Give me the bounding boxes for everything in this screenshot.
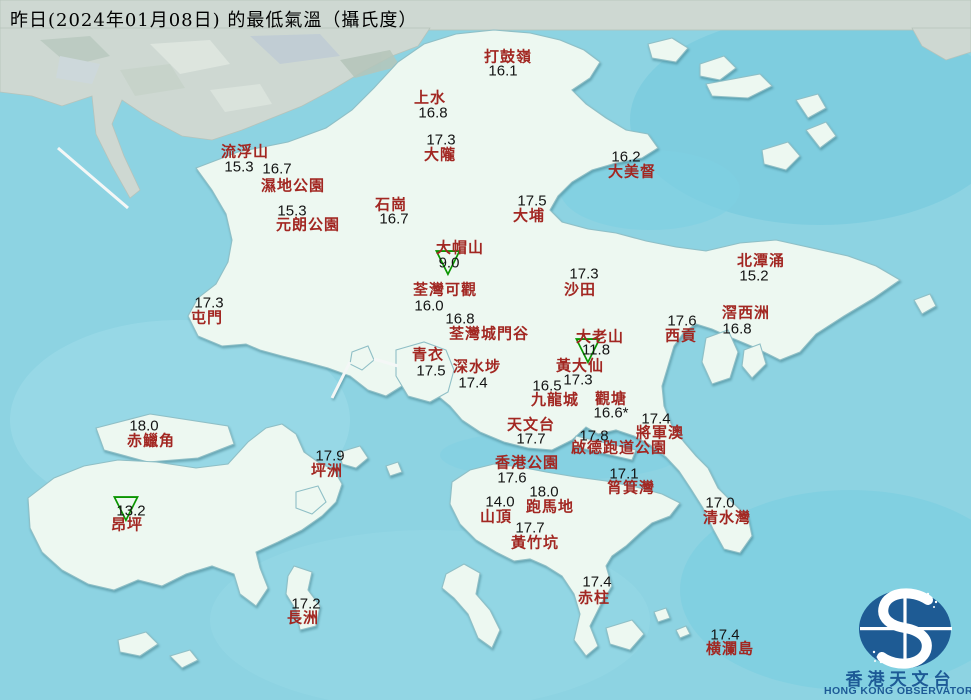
station-name-label: 横瀾島 xyxy=(705,639,755,658)
weather-map-screen: 昨日(2024年01月08日) 的最低氣溫（攝氏度） 16.1 打鼓嶺 16.8 上水… xyxy=(0,0,971,700)
station-name-label: 滘西洲 xyxy=(721,303,771,322)
station-name-label: 大老山 xyxy=(575,327,625,346)
station-name-label: 大埔 xyxy=(512,206,546,225)
hko-logo-captions: 香港天文台 HONG KONG OBSERVATORY xyxy=(824,585,971,700)
station-name-label: 上水 xyxy=(413,88,447,107)
station-name-label: 大美督 xyxy=(607,162,657,181)
station-temp-value: 16.8 xyxy=(722,320,752,338)
station-name-label: 深水埗 xyxy=(452,357,502,376)
station-name-label: 大隴 xyxy=(423,145,457,164)
station-name-label: 屯門 xyxy=(190,308,224,327)
station-name-label: 坪洲 xyxy=(310,461,344,480)
station-name-label: 石崗 xyxy=(374,195,408,214)
station-name-label: 打鼓嶺 xyxy=(483,47,533,66)
station-name-label: 觀塘 xyxy=(594,389,628,408)
station-labels-layer: 16.1 打鼓嶺 16.8 上水 17.3 大隴 16.2 大美督 15.3 流浮山 16.7 濕地公… xyxy=(0,0,971,700)
station-name-label: 香港公園 xyxy=(494,453,560,472)
station-name-label: 西貢 xyxy=(664,326,698,345)
station-name-label: 九龍城 xyxy=(530,390,580,409)
station-name-label: 清水灣 xyxy=(702,508,752,527)
station-name-label: 元朗公園 xyxy=(275,215,341,234)
station-name-label: 天文台 xyxy=(506,415,556,434)
station-name-label: 赤鱲角 xyxy=(126,431,176,450)
station-temp-value: 17.4 xyxy=(458,374,488,392)
station-name-label: 荃灣可觀 xyxy=(412,280,478,299)
station-name-label: 北潭涌 xyxy=(736,251,786,270)
station-name-label: 黃大仙 xyxy=(555,356,605,375)
station-name-label: 跑馬地 xyxy=(525,497,575,516)
station-name-label: 長洲 xyxy=(286,608,320,627)
hko-logo-english-name: HONG KONG OBSERVATORY xyxy=(824,685,971,697)
station-name-label: 筲箕灣 xyxy=(606,478,656,497)
station-name-label: 大帽山 xyxy=(435,238,485,257)
station-name-label: 昂坪 xyxy=(110,515,144,534)
station-name-label: 山頂 xyxy=(479,507,513,526)
station-name-label: 流浮山 xyxy=(220,142,270,161)
station-name-label: 青衣 xyxy=(411,345,445,364)
station-name-label: 荃灣城門谷 xyxy=(448,324,530,343)
station-name-label: 濕地公園 xyxy=(260,176,326,195)
station-temp-value: 16.0 xyxy=(414,297,444,315)
station-name-label: 沙田 xyxy=(563,280,597,299)
station-name-label: 啟德跑道公園 xyxy=(570,438,668,457)
station-temp-value: 17.5 xyxy=(416,362,446,380)
station-name-label: 黃竹坑 xyxy=(510,533,560,552)
station-name-label: 赤柱 xyxy=(577,588,611,607)
